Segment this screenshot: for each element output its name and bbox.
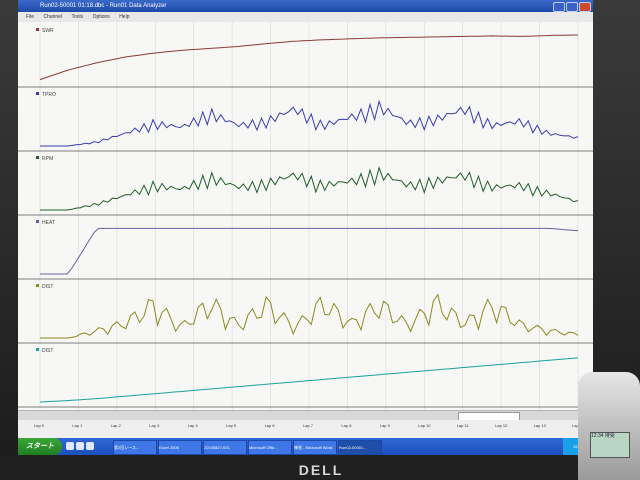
channel-color-marker — [36, 348, 39, 351]
dell-logo: DELL — [298, 462, 344, 478]
lap-tick-label: Lap 3 — [149, 423, 160, 428]
window-titlebar: Run02-50001 01:18.dbc - Run01 Data Analy… — [18, 0, 593, 12]
task-item[interactable]: Excel 2006 — [158, 440, 202, 455]
menu-options[interactable]: Options — [93, 12, 110, 22]
menu-help[interactable]: Help — [119, 12, 129, 22]
quicklaunch-media-icon[interactable] — [86, 442, 94, 450]
lap-tick-label: Lap 8 — [341, 423, 352, 428]
channel-label: RPM — [42, 156, 53, 162]
phone-screen: 12:34 待受 — [590, 432, 630, 458]
menu-channel[interactable]: Channel — [43, 12, 62, 22]
task-item[interactable]: 20190827-001 — [203, 440, 247, 455]
task-item-active[interactable]: Run02-50001... — [338, 440, 382, 455]
monitor-screen: Run02-50001 01:18.dbc - Run01 Data Analy… — [18, 0, 593, 455]
task-item[interactable]: 練習 - Microsoft Word — [293, 440, 337, 455]
lap-tick-label: Lap 9 — [379, 423, 390, 428]
lap-tick-label: Lap 2 — [110, 423, 121, 428]
task-item[interactable]: Microsoft Offic... — [248, 440, 292, 455]
lap-tick-label: Lap 6 — [264, 423, 275, 428]
lap-tick-label: Lap 10 — [418, 423, 431, 428]
channel-color-marker — [36, 284, 39, 287]
start-button[interactable]: スタート — [18, 438, 62, 455]
channel-color-marker — [36, 92, 39, 95]
lap-tick-label: Lap 12 — [495, 423, 508, 428]
quicklaunch-ie-icon[interactable] — [66, 442, 74, 450]
mobile-phone: 12:34 待受 — [578, 372, 640, 480]
channel-label: SWR — [42, 28, 54, 34]
quicklaunch-desktop-icon[interactable] — [76, 442, 84, 450]
channel-label: DIST — [42, 348, 53, 354]
lap-tick-label: Lap 1 — [72, 423, 83, 428]
plot-svg: SWR TPRO RPM HEAT DIST DIST — [18, 22, 593, 410]
lap-tick-label: Lap 5 — [226, 423, 237, 428]
lap-tick-label: Lap 0 — [34, 423, 45, 428]
channel-label: DIST — [42, 284, 53, 290]
lap-tick-label: Lap 13 — [533, 423, 546, 428]
multi-channel-plot[interactable]: SWR TPRO RPM HEAT DIST DIST — [18, 22, 593, 410]
menu-bar: File Channel Tools Options Help — [18, 12, 593, 22]
window-title: Run02-50001 01:18.dbc - Run01 Data Analy… — [40, 3, 167, 9]
channel-color-marker — [36, 156, 39, 159]
channel-color-marker — [36, 220, 39, 223]
channel-label: HEAT — [42, 220, 55, 226]
maximize-button[interactable] — [566, 2, 578, 12]
channel-label: TPRO — [42, 92, 56, 98]
menu-tools[interactable]: Tools — [71, 12, 83, 22]
lap-tick-label: Lap 4 — [187, 423, 198, 428]
menu-file[interactable]: File — [26, 12, 34, 22]
lap-tick-label: Lap 11 — [456, 423, 469, 428]
lap-axis: Lap 0 Lap 1 Lap 2 Lap 3 Lap 4 Lap 5 Lap 6 Lap 7… — [18, 420, 593, 438]
lap-tick-label: Lap 7 — [303, 423, 314, 428]
task-item[interactable]: 第2回レース... — [113, 440, 157, 455]
taskbar: スタート 第2回レース... Excel 2006 20190827-001 M… — [18, 438, 593, 455]
close-button[interactable] — [579, 2, 591, 12]
minimize-button[interactable] — [553, 2, 565, 12]
channel-color-marker — [36, 28, 39, 31]
